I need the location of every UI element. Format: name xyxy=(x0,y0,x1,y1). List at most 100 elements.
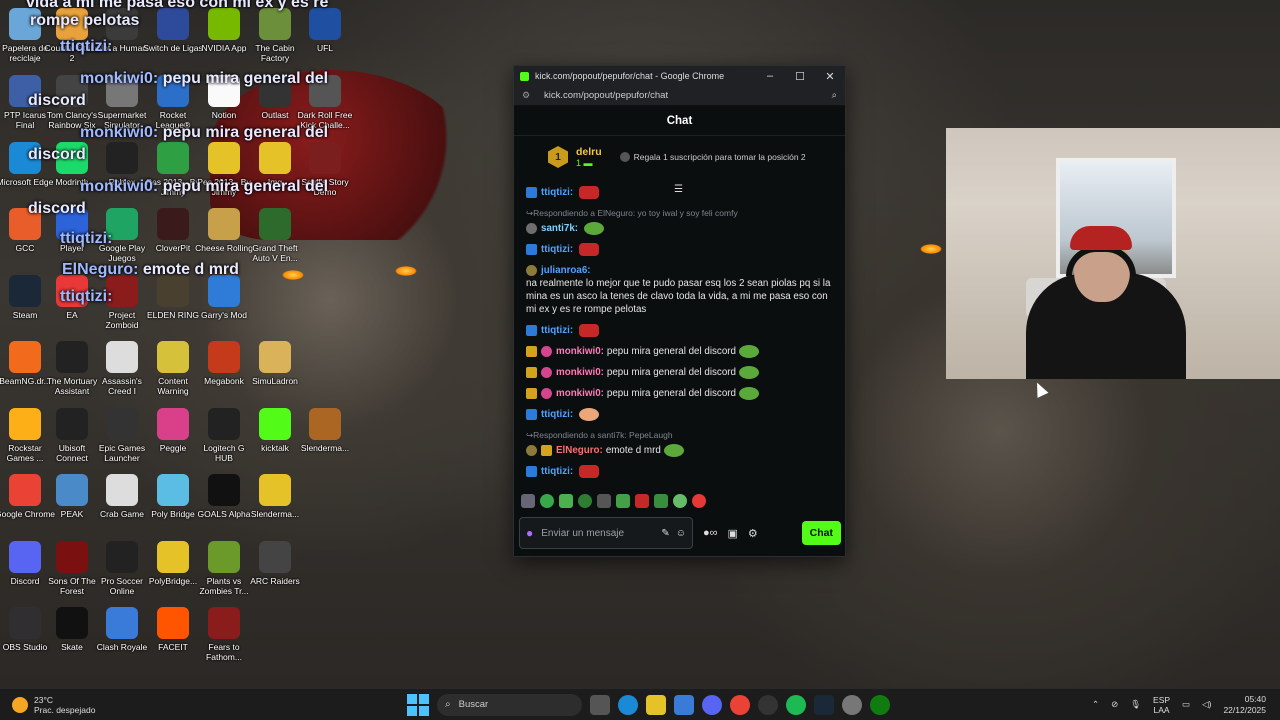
emote-pepe-icon[interactable] xyxy=(559,494,573,508)
pinned-username[interactable]: delru xyxy=(576,146,602,158)
emote-red-icon[interactable] xyxy=(635,494,649,508)
volume-icon[interactable]: ◁) xyxy=(1202,699,1211,710)
chat-username[interactable]: ttiqtizi: xyxy=(541,186,573,199)
taskbar-search[interactable]: ⌕ Buscar xyxy=(437,693,582,716)
emote-pepe-icon[interactable] xyxy=(578,494,592,508)
users-icon[interactable]: ●∞ xyxy=(703,527,718,540)
scroll-chat-icon[interactable]: ☰ xyxy=(674,184,683,195)
chevron-up-icon[interactable]: ⌃ xyxy=(1092,699,1099,710)
overlay-chat-line: ttiqtizi: xyxy=(60,38,112,56)
badge-blue-icon xyxy=(526,409,537,420)
chat-username[interactable]: ElNeguro: xyxy=(556,444,603,457)
discord-app-icon[interactable] xyxy=(702,694,722,715)
start-button[interactable] xyxy=(407,693,429,716)
badge-gold-icon xyxy=(526,346,537,357)
edge-icon[interactable] xyxy=(618,694,638,715)
window-titlebar[interactable]: kick.com/popout/pepufor/chat - Google Ch… xyxy=(514,66,845,86)
chat-username[interactable]: monkiwi0: xyxy=(556,366,604,379)
desktop-icon[interactable]: Slenderma... xyxy=(245,474,305,519)
address-url[interactable]: kick.com/popout/pepufor/chat xyxy=(544,90,832,101)
chat-username[interactable]: ttiqtizi: xyxy=(541,465,573,478)
format-icon[interactable]: ✎ xyxy=(661,528,669,539)
xbox-app-icon[interactable] xyxy=(870,694,890,715)
desktop-icon[interactable]: ARC Raiders xyxy=(245,541,305,586)
chat-input[interactable]: ● Enviar un mensaje ✎ ☺ xyxy=(519,517,693,549)
desktop-icon[interactable]: Garry's Mod xyxy=(194,275,254,320)
mic-tray-icon[interactable]: 🎙 xyxy=(1130,699,1141,710)
chat-username[interactable]: monkiwi0: xyxy=(556,345,604,358)
app-icon xyxy=(208,607,240,639)
chat-username[interactable]: julianroa6: xyxy=(541,264,591,277)
desktop-icon[interactable]: UFL xyxy=(295,8,355,53)
clock[interactable]: 05:40 22/12/2025 xyxy=(1223,694,1266,716)
app-icon xyxy=(157,408,189,440)
chat-username[interactable]: santi7k: xyxy=(541,222,578,235)
emote-pepe-icon xyxy=(663,444,684,457)
app-icon xyxy=(56,541,88,573)
search-icon: ⌕ xyxy=(445,699,451,710)
chat-username[interactable]: monkiwi0: xyxy=(556,387,604,400)
chat-message: ttiqtizi: xyxy=(526,243,833,256)
emote-text-icon[interactable] xyxy=(597,494,611,508)
network-off-icon[interactable]: ⊘ xyxy=(1111,699,1118,710)
reply-text[interactable]: Respondiendo a santi7k: PepeLaugh xyxy=(533,429,672,442)
emote-pepe-icon[interactable] xyxy=(540,494,554,508)
emote-red-icon xyxy=(579,324,600,337)
pinned-gift-leaderboard[interactable]: 1 delru 1 ▬ Regala 1 suscripción para to… xyxy=(514,136,845,195)
weather-widget[interactable]: 23°C Prac. despejado xyxy=(12,695,392,715)
emote-pepe-icon[interactable] xyxy=(616,494,630,508)
mic-icon[interactable]: ● xyxy=(526,526,533,540)
overlay-chat-line: monkiwi0: pepu mira general del xyxy=(80,178,328,196)
mouse-cursor-icon xyxy=(1031,380,1049,398)
chat-input-placeholder[interactable]: Enviar un mensaje xyxy=(541,528,655,539)
monitor-icon[interactable]: ▭ xyxy=(1182,699,1190,710)
maximize-button[interactable]: ☐ xyxy=(785,66,815,86)
desktop-icon[interactable]: SimuLadron xyxy=(245,341,305,386)
search-placeholder[interactable]: Buscar xyxy=(459,699,489,710)
store-app-icon[interactable] xyxy=(674,694,694,715)
emote-pepe-icon[interactable] xyxy=(654,494,668,508)
settings-icon[interactable]: ⚙ xyxy=(748,527,758,540)
send-chat-button[interactable]: Chat xyxy=(801,521,841,545)
chat-username[interactable]: ttiqtizi: xyxy=(541,408,573,421)
close-button[interactable]: ✕ xyxy=(815,66,845,86)
gift-subscription-prompt[interactable]: Regala 1 suscripción para tomar la posic… xyxy=(619,152,806,163)
reply-text[interactable]: Respondiendo a ElNeguro: yo toy iwal y s… xyxy=(533,207,738,220)
emote-pepe-icon[interactable] xyxy=(673,494,687,508)
site-settings-icon[interactable]: ⚙ xyxy=(522,90,534,101)
app-icon xyxy=(157,8,189,40)
minimize-button[interactable]: – xyxy=(755,66,785,86)
desktop-icon[interactable]: Slenderma... xyxy=(295,408,355,453)
task-view-icon[interactable] xyxy=(590,694,610,715)
overlay-username: monkiwi0: xyxy=(80,70,159,87)
app-icon xyxy=(208,474,240,506)
chat-username[interactable]: ttiqtizi: xyxy=(541,324,573,337)
store-icon[interactable]: ▣ xyxy=(728,527,738,540)
emote-santa-icon[interactable] xyxy=(692,494,706,508)
app-icon xyxy=(208,275,240,307)
chat-message: santi7k: xyxy=(526,222,833,235)
address-bar[interactable]: ⚙ kick.com/popout/pepufor/chat ⌕ xyxy=(514,86,845,106)
desktop-icon[interactable]: Fears to Fathom... xyxy=(194,607,254,662)
steam-app-icon[interactable] xyxy=(814,694,834,715)
badge-grey-icon xyxy=(526,223,537,234)
app-icon xyxy=(157,275,189,307)
settings-app-icon[interactable] xyxy=(842,694,862,715)
desktop-icon[interactable]: Grand Theft Auto V En... xyxy=(245,208,305,263)
chat-username[interactable]: ttiqtizi: xyxy=(541,243,573,256)
chrome-app-icon[interactable] xyxy=(730,694,750,715)
emote-pepe-icon xyxy=(584,222,605,235)
emote-avatar[interactable] xyxy=(521,494,535,508)
app-icon xyxy=(56,474,88,506)
language-indicator[interactable]: ESP LAA xyxy=(1153,695,1170,715)
app-icon xyxy=(9,474,41,506)
obs-app-icon[interactable] xyxy=(758,694,778,715)
zoom-icon[interactable]: ⌕ xyxy=(832,90,837,101)
app-icon xyxy=(9,408,41,440)
desktop-icon-label: Garry's Mod xyxy=(200,310,248,320)
file-explorer-icon[interactable] xyxy=(646,694,666,715)
spotify-app-icon[interactable] xyxy=(786,694,806,715)
chat-message-text: pepu mira general del discord xyxy=(606,367,736,378)
emote-red-icon xyxy=(579,186,600,199)
emoji-icon[interactable]: ☺ xyxy=(676,528,686,539)
